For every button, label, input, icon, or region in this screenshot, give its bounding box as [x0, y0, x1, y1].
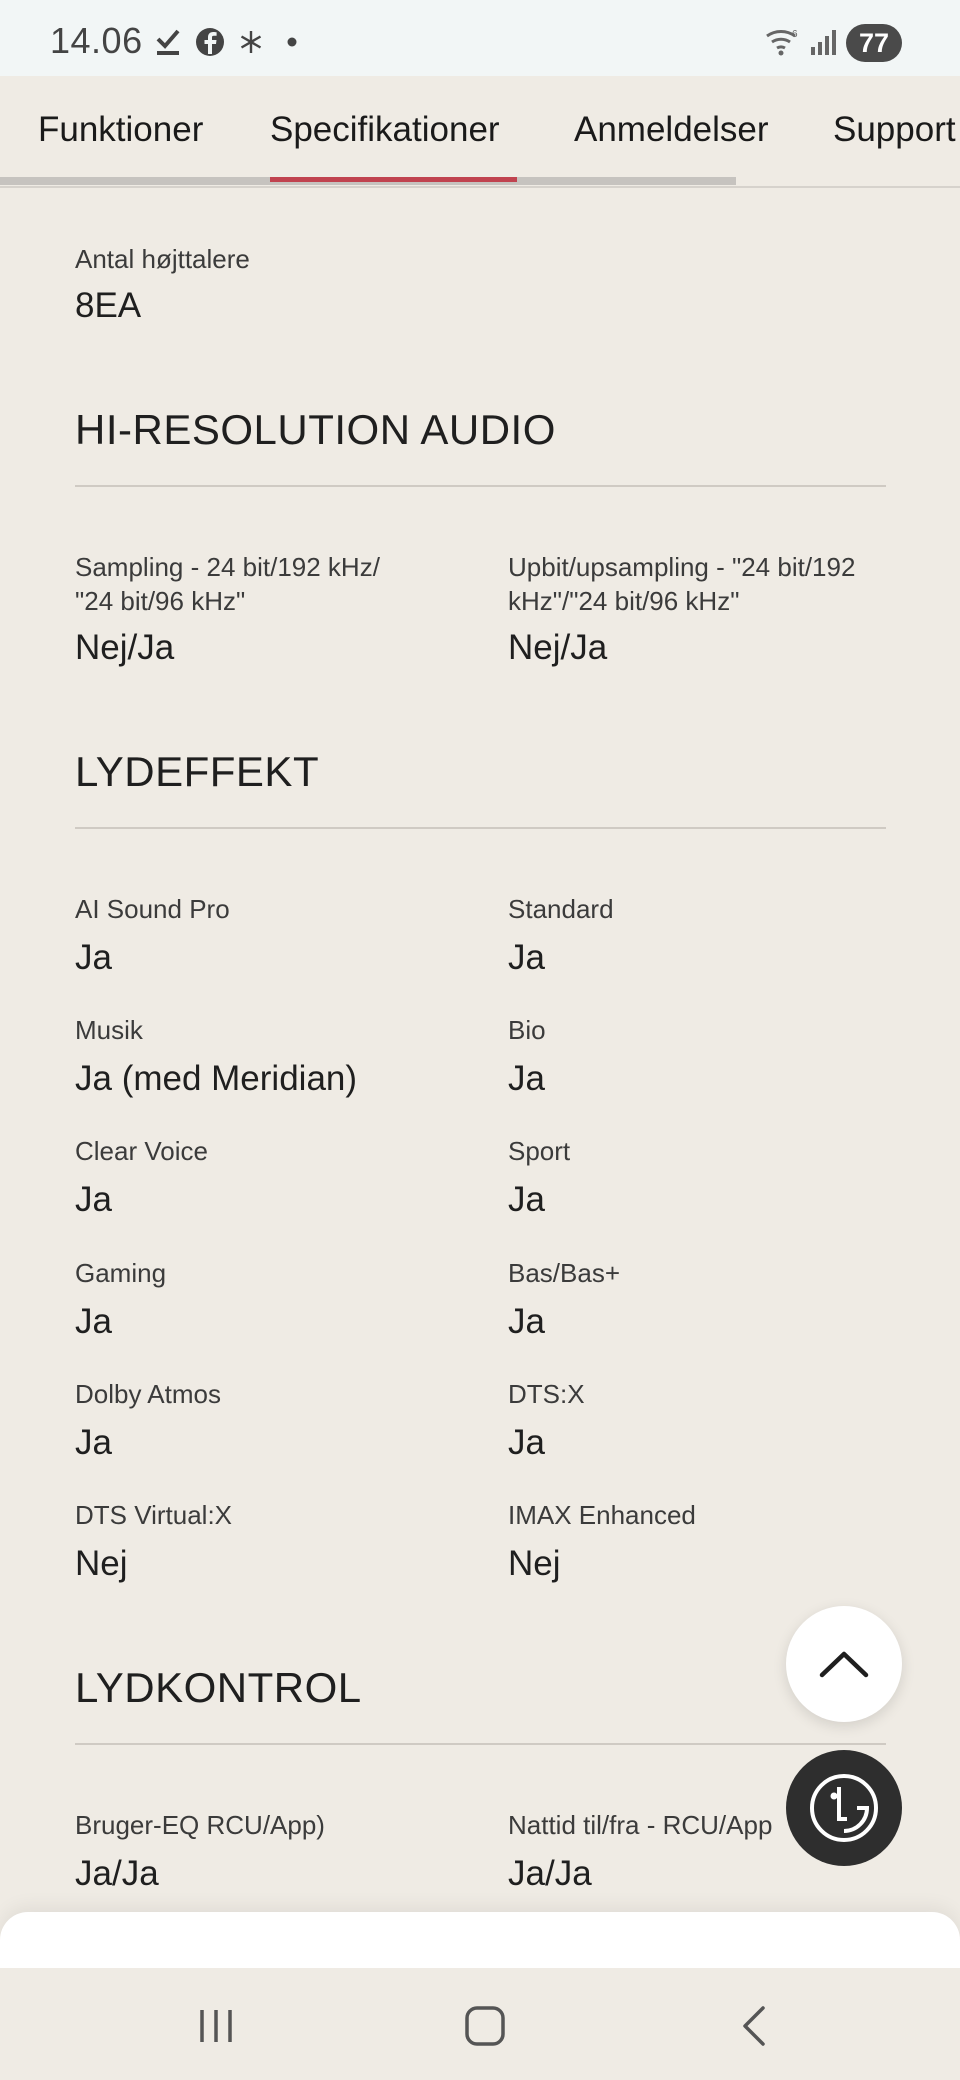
- snowflake-icon: [236, 26, 266, 58]
- spec-label: Upbit/upsampling - "24 bit/192 kHz"/"24 …: [508, 552, 856, 616]
- tabs-divider: [0, 186, 960, 188]
- spec-label: Bio: [508, 1015, 546, 1045]
- spec-value: Ja: [508, 1302, 545, 1341]
- spec-value: Nej: [508, 1544, 561, 1583]
- battery-badge: 77: [846, 24, 902, 62]
- section-divider: [75, 827, 886, 829]
- spec-value: Ja/Ja: [508, 1854, 592, 1893]
- section-divider: [75, 485, 886, 487]
- recent-apps-icon: [200, 2010, 232, 2042]
- spec-tabs: Funktioner Specifikationer Anmeldelser S…: [0, 76, 960, 188]
- recent-apps-button[interactable]: [186, 1998, 246, 2054]
- facebook-icon: [194, 26, 226, 58]
- system-nav-bar: [0, 1968, 960, 2080]
- chevron-up-icon: [819, 1651, 869, 1678]
- spec-label: Dolby Atmos: [75, 1379, 221, 1409]
- section-heading-hi-res: HI-RESOLUTION AUDIO: [75, 406, 556, 453]
- spec-value: Ja: [75, 1302, 112, 1341]
- back-button[interactable]: [724, 1998, 784, 2054]
- svg-text:6: 6: [792, 29, 798, 40]
- spec-value: Ja: [75, 1423, 112, 1462]
- scroll-to-top-button[interactable]: [786, 1606, 902, 1722]
- spec-label: Bruger-EQ RCU/App): [75, 1810, 325, 1840]
- spec-label: Bas/Bas+: [508, 1258, 621, 1288]
- spec-label: DTS Virtual:X: [75, 1500, 233, 1530]
- lg-logo-icon: [810, 1774, 878, 1842]
- spec-label: AI Sound Pro: [75, 894, 230, 924]
- spec-label: IMAX Enhanced: [508, 1500, 696, 1530]
- tab-active-indicator: [270, 177, 517, 182]
- spec-value: Ja: [75, 938, 112, 977]
- spec-value: Ja: [508, 1180, 545, 1219]
- spec-value: Ja: [75, 1180, 112, 1219]
- spec-value: Ja/Ja: [75, 1854, 159, 1893]
- spec-value: Ja: [508, 1423, 545, 1462]
- spec-label: Standard: [508, 894, 614, 924]
- spec-value: Nej/Ja: [508, 628, 608, 667]
- spec-value: Ja (med Meridian): [75, 1059, 358, 1098]
- section-heading-lydeffekt: LYDEFFEKT: [75, 748, 320, 795]
- spec-label: Nattid til/fra - RCU/App: [508, 1810, 773, 1840]
- section-divider: [75, 1743, 886, 1745]
- tab-funktioner[interactable]: Funktioner: [38, 110, 203, 150]
- spec-label: Musik: [75, 1015, 143, 1045]
- spec-value: Nej/Ja: [75, 628, 175, 667]
- bottom-sheet: [0, 1912, 960, 1972]
- section-heading-lydkontrol: LYDKONTROL: [75, 1664, 362, 1711]
- spec-value: 8EA: [75, 286, 142, 325]
- wifi-icon: 6: [764, 26, 804, 58]
- spec-label: Clear Voice: [75, 1136, 208, 1166]
- tab-anmeldelser[interactable]: Anmeldelser: [574, 110, 769, 150]
- spec-value: Ja: [508, 938, 545, 977]
- home-button[interactable]: [455, 1998, 515, 2054]
- tab-specifikationer[interactable]: Specifikationer: [270, 110, 500, 150]
- home-icon: [465, 2006, 505, 2046]
- back-icon: [743, 2006, 765, 2046]
- status-time: 14.06: [50, 20, 143, 61]
- dot-icon: [284, 26, 300, 58]
- download-done-icon: [152, 26, 184, 58]
- signal-icon: [806, 26, 840, 58]
- spec-value: Nej: [75, 1544, 128, 1583]
- spec-label: Antal højttalere: [75, 244, 250, 274]
- status-bar: 14.06 6 77: [0, 0, 960, 76]
- spec-label: DTS:X: [508, 1379, 585, 1409]
- lg-chat-button[interactable]: [786, 1750, 902, 1866]
- tab-support[interactable]: Support: [833, 110, 956, 150]
- spec-label: Gaming: [75, 1258, 167, 1288]
- spec-label: Sport: [508, 1136, 571, 1166]
- spec-value: Ja: [508, 1059, 545, 1098]
- spec-label: Sampling - 24 bit/192 kHz/ "24 bit/96 kH…: [75, 552, 380, 616]
